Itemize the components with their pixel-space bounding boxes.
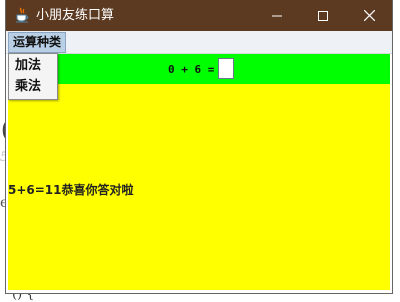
- operation-type-menu[interactable]: 运算种类: [8, 32, 67, 53]
- java-cup-icon: [16, 7, 29, 23]
- answer-input[interactable]: [218, 58, 234, 79]
- maximize-button[interactable]: [300, 0, 346, 31]
- operation-type-dropdown: 加法 乘法: [8, 53, 58, 100]
- window-title: 小朋友练口算: [36, 8, 115, 23]
- question-text: 0 + 6 =: [168, 63, 215, 76]
- title-bar[interactable]: 小朋友练口算: [6, 0, 392, 31]
- menu-item-multiplication[interactable]: 乘法: [15, 78, 41, 96]
- minimize-icon: [272, 15, 282, 16]
- app-window: 小朋友练口算 运算种类 0 + 6 = 5+6=11恭喜你答对啦: [6, 0, 392, 293]
- question-bar: 0 + 6 =: [8, 54, 390, 84]
- feedback-message: 5+6=11恭喜你答对啦: [8, 183, 134, 197]
- menu-item-addition[interactable]: 加法: [15, 57, 41, 75]
- close-button[interactable]: [346, 0, 392, 31]
- menu-bar: 运算种类: [6, 31, 392, 54]
- maximize-icon: [318, 10, 328, 21]
- close-icon: [363, 10, 375, 21]
- content-panel: 5+6=11恭喜你答对啦: [8, 84, 390, 290]
- minimize-button[interactable]: [254, 0, 300, 31]
